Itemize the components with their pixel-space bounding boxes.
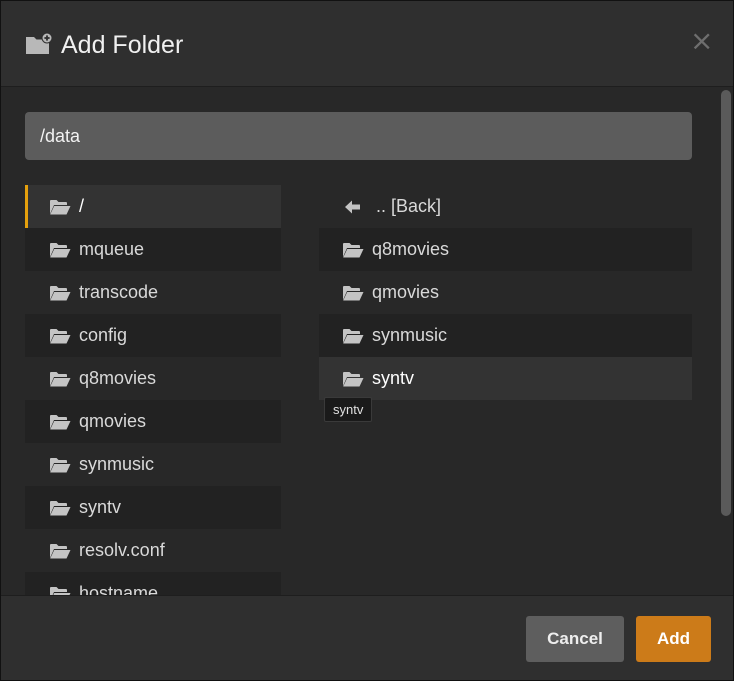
folder-open-icon — [343, 285, 364, 300]
folder-open-icon — [50, 457, 71, 472]
folder-label: synmusic — [79, 454, 155, 474]
folder-open-icon — [343, 328, 364, 343]
folder-label: syntv — [372, 368, 415, 388]
cancel-button[interactable]: Cancel — [526, 616, 624, 662]
folder-open-icon — [50, 586, 71, 595]
tree-item[interactable]: config — [25, 314, 281, 357]
folder-plus-icon — [26, 32, 53, 54]
folder-label: qmovies — [372, 282, 440, 302]
dialog-body: / mqueue transcode config q8movies qmovies syn… — [1, 88, 733, 595]
folder-open-icon — [50, 328, 71, 343]
path-input[interactable] — [25, 112, 692, 160]
dialog-footer: Cancel Add — [1, 595, 733, 680]
tree-item[interactable]: / — [25, 185, 281, 228]
folder-open-icon — [50, 242, 71, 257]
tree-item[interactable]: qmovies — [25, 400, 281, 443]
folder-label: q8movies — [372, 239, 450, 259]
subfolder-list: .. [Back] q8movies qmovies synmusic syntv — [319, 185, 692, 400]
close-icon[interactable]: × — [690, 27, 713, 55]
arrow-left-icon — [345, 200, 360, 213]
folder-label: config — [79, 325, 128, 345]
dialog-header: Add Folder × — [1, 1, 733, 87]
folder-open-icon — [343, 371, 364, 386]
folder-label: qmovies — [79, 411, 147, 431]
back-item[interactable]: .. [Back] — [319, 185, 692, 228]
folder-open-icon — [50, 414, 71, 429]
folder-label: syntv — [79, 497, 122, 517]
subfolder-item[interactable]: syntv — [319, 357, 692, 400]
folder-open-icon — [50, 543, 71, 558]
tree-item[interactable]: q8movies — [25, 357, 281, 400]
tree-item[interactable]: transcode — [25, 271, 281, 314]
subfolder-item[interactable]: synmusic — [319, 314, 692, 357]
tree-item[interactable]: mqueue — [25, 228, 281, 271]
add-button[interactable]: Add — [636, 616, 711, 662]
subfolder-item[interactable]: qmovies — [319, 271, 692, 314]
tree-item[interactable]: hostname — [25, 572, 281, 595]
tree-item[interactable]: resolv.conf — [25, 529, 281, 572]
folder-label: .. [Back] — [376, 196, 442, 216]
folder-open-icon — [50, 285, 71, 300]
folder-open-icon — [50, 199, 71, 214]
folder-label: resolv.conf — [79, 540, 165, 560]
folder-label: mqueue — [79, 239, 145, 259]
tree-item[interactable]: synmusic — [25, 443, 281, 486]
folder-open-icon — [50, 371, 71, 386]
scrollbar-thumb[interactable] — [721, 90, 731, 516]
folder-label: hostname — [79, 583, 159, 595]
dialog-title: Add Folder — [61, 31, 184, 59]
folder-open-icon — [50, 500, 71, 515]
tooltip: syntv — [324, 397, 373, 422]
directory-tree-list: / mqueue transcode config q8movies qmovies syn… — [25, 185, 281, 595]
folder-open-icon — [343, 242, 364, 257]
folder-label: transcode — [79, 282, 159, 302]
subfolder-item[interactable]: q8movies — [319, 228, 692, 271]
tree-item[interactable]: syntv — [25, 486, 281, 529]
folder-label: synmusic — [372, 325, 448, 345]
folder-label: / — [79, 196, 85, 216]
add-folder-dialog: Add Folder × / mqueue transcode config q8mov… — [0, 0, 734, 681]
folder-label: q8movies — [79, 368, 157, 388]
